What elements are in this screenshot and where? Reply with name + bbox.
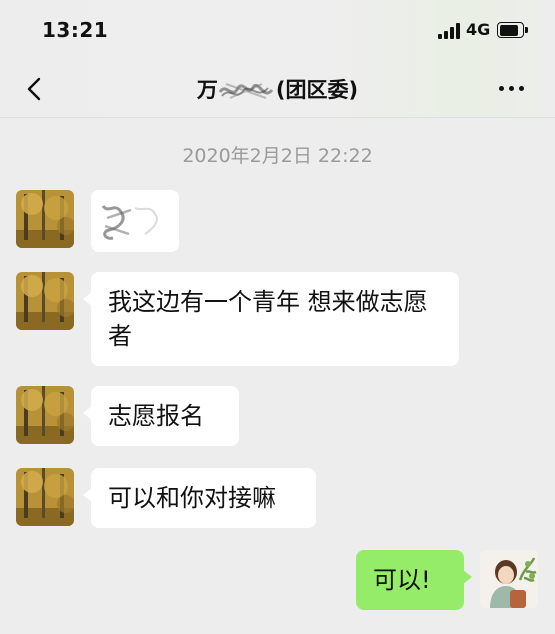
status-bar: 13:21 4G <box>0 0 555 62</box>
contact-avatar[interactable] <box>16 386 74 444</box>
top-bar: 13:21 4G 万 (团区委) <box>0 0 555 118</box>
message-bubble[interactable]: 志愿报名 <box>83 386 239 446</box>
more-options-icon[interactable] <box>496 84 528 94</box>
my-avatar[interactable] <box>480 550 538 608</box>
header-divider <box>0 117 555 118</box>
message-bubble[interactable]: 我这边有一个青年 想来做志愿者 <box>83 272 459 366</box>
contact-avatar[interactable] <box>16 190 74 248</box>
image-message[interactable] <box>91 190 179 252</box>
status-time: 13:21 <box>42 18 109 42</box>
chat-title: 万 (团区委) <box>0 74 555 104</box>
battery-icon <box>497 22 528 38</box>
sent-message-bubble[interactable]: 可以! <box>356 550 472 610</box>
network-label: 4G <box>466 20 491 39</box>
title-suffix: (团区委) <box>275 78 359 102</box>
nav-bar: 万 (团区委) <box>0 62 555 118</box>
message-bubble[interactable]: 可以和你对接嘛 <box>83 468 316 528</box>
signal-icon <box>438 23 460 39</box>
redacted-name-scribble <box>218 78 276 104</box>
contact-avatar[interactable] <box>16 468 74 526</box>
contact-avatar[interactable] <box>16 272 74 330</box>
chat-timestamp: 2020年2月2日 22:22 <box>182 145 373 167</box>
title-prefix: 万 <box>196 78 218 102</box>
